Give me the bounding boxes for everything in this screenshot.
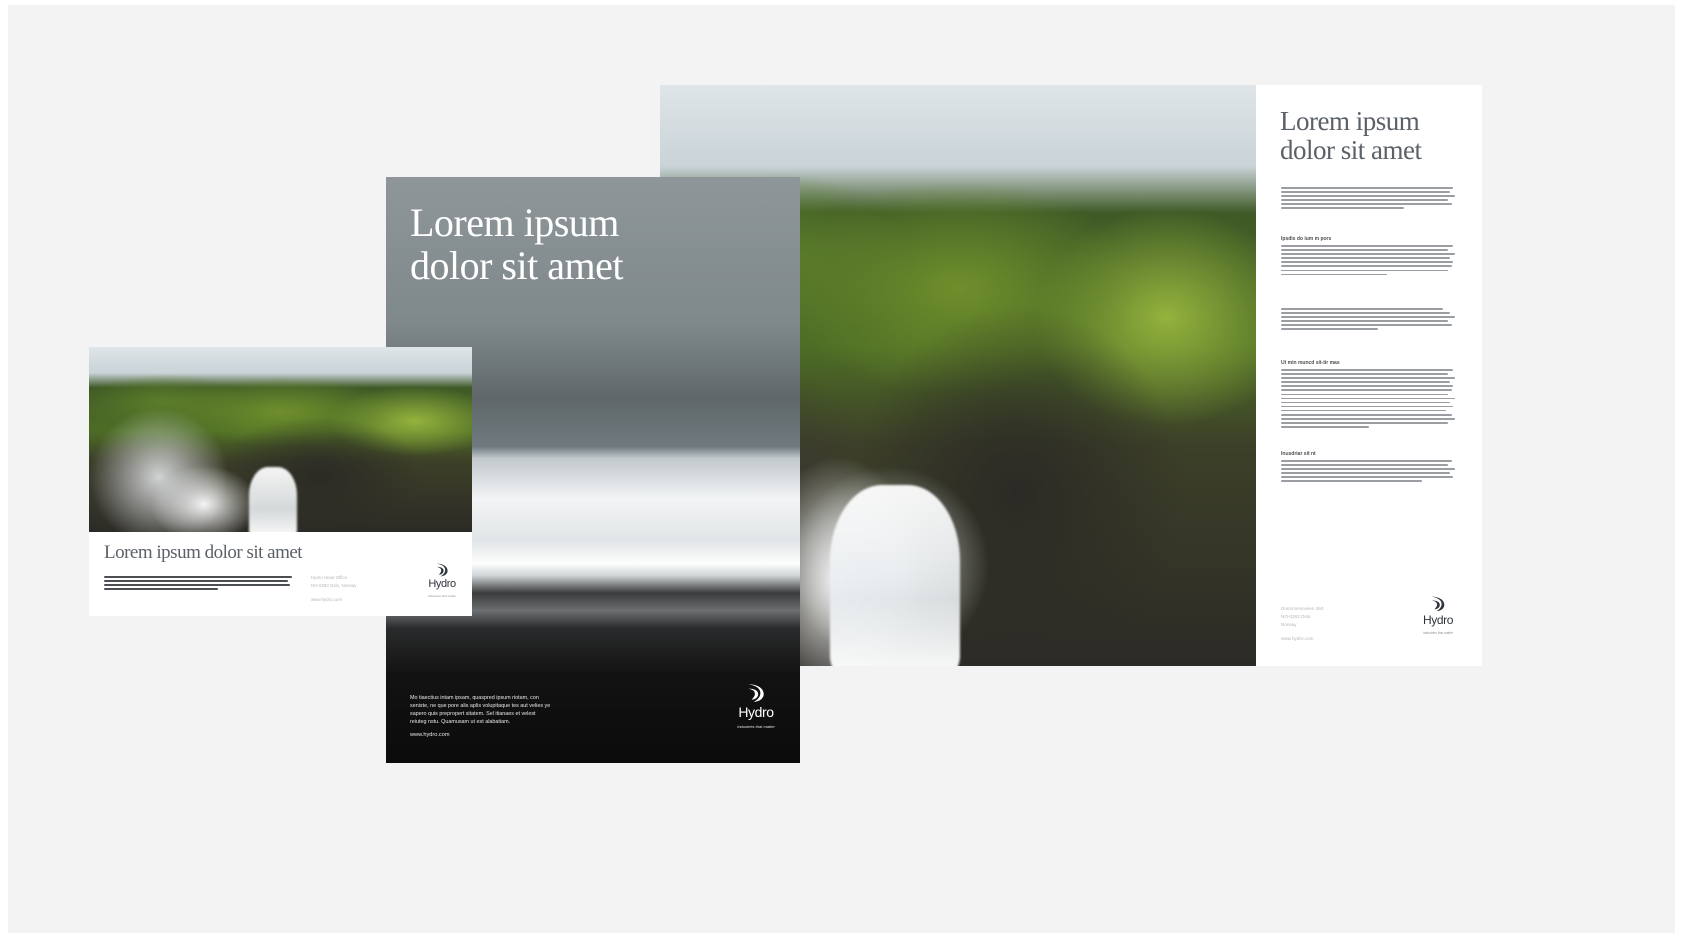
waterfall-mist	[89, 407, 229, 532]
postcard-address: Hydro Head Office NO-0283 Oslo, Norway w…	[311, 574, 356, 604]
hydro-tagline: Industries that matter	[427, 594, 457, 598]
waterfall	[249, 467, 297, 532]
brochure-paragraph-1	[1281, 187, 1457, 212]
hydro-wordmark: Hydro	[1422, 613, 1453, 627]
brochure-hydro-logo: Hydro Industries that matter	[1418, 595, 1458, 635]
brochure-heading-3: Inusdriar sit nt	[1281, 451, 1316, 457]
poster-hydro-logo: Hydro Industries that matter	[731, 682, 781, 729]
brochure-address: Drammensveien 260 NO-0283 Oslo Norway ww…	[1281, 605, 1323, 643]
web-address: www.hydro.com	[1281, 636, 1314, 641]
poster-body-line: sapero quis prepropert sitatem. Sel itia…	[410, 711, 536, 717]
postcard-hydro-logo: Hydro Industries that matter	[423, 562, 461, 598]
postcard: Lorem ipsum dolor sit amet Hydro Head Of…	[89, 347, 472, 616]
hydro-logo-icon	[436, 563, 448, 577]
address-line: Drammensveien 260	[1281, 606, 1324, 611]
address-line: NO-0283 Oslo, Norway	[311, 583, 357, 588]
hydro-wordmark: Hydro	[738, 704, 774, 720]
poster-body: Mo tiaectius intam ipsam, quaspred ipsum…	[410, 694, 550, 726]
hydro-logo-icon	[1431, 596, 1445, 612]
address-line: Hydro Head Office	[311, 575, 348, 580]
hydro-logo-icon	[748, 684, 764, 702]
brochure-heading-2: Ut min muncd sit-tir mas	[1281, 360, 1340, 366]
address-line: NO-0283 Oslo	[1281, 614, 1311, 619]
postcard-title: Lorem ipsum dolor sit amet	[104, 542, 303, 563]
brochure-heading-1: Ipsdis do ium m pors	[1281, 236, 1332, 242]
hydro-tagline: Industries that matter	[737, 724, 775, 729]
poster-body-line: reiuteg nstu. Quamusam ut est alabatiam.	[410, 719, 511, 725]
hydro-wordmark: Hydro	[428, 578, 456, 590]
brochure-title: Lorem ipsum dolor sit amet	[1280, 106, 1422, 166]
brochure-paragraph-4	[1281, 369, 1457, 430]
postcard-forest-photo	[89, 347, 472, 532]
postcard-body-text	[104, 576, 294, 592]
poster-web: www.hydro.com	[410, 732, 450, 738]
web-address: www.hydro.com	[311, 597, 342, 602]
address-line: Norway	[1281, 622, 1297, 627]
waterfall	[830, 485, 960, 666]
poster-title: Lorem ipsum dolor sit amet	[410, 200, 623, 289]
poster-body-line: Mo tiaectius intam ipsam, quaspred ipsum…	[410, 695, 539, 701]
brochure-paragraph-2	[1281, 245, 1457, 278]
presentation-canvas: Lorem ipsum dolor sit amet Ipsdis do ium…	[8, 5, 1675, 933]
hydro-tagline: Industries that matter	[1423, 631, 1453, 635]
brochure-paragraph-5	[1281, 460, 1457, 485]
brochure-paragraph-3	[1281, 308, 1457, 333]
poster-body-line: seniste, ne que pore alis aplis volupita…	[410, 703, 551, 709]
